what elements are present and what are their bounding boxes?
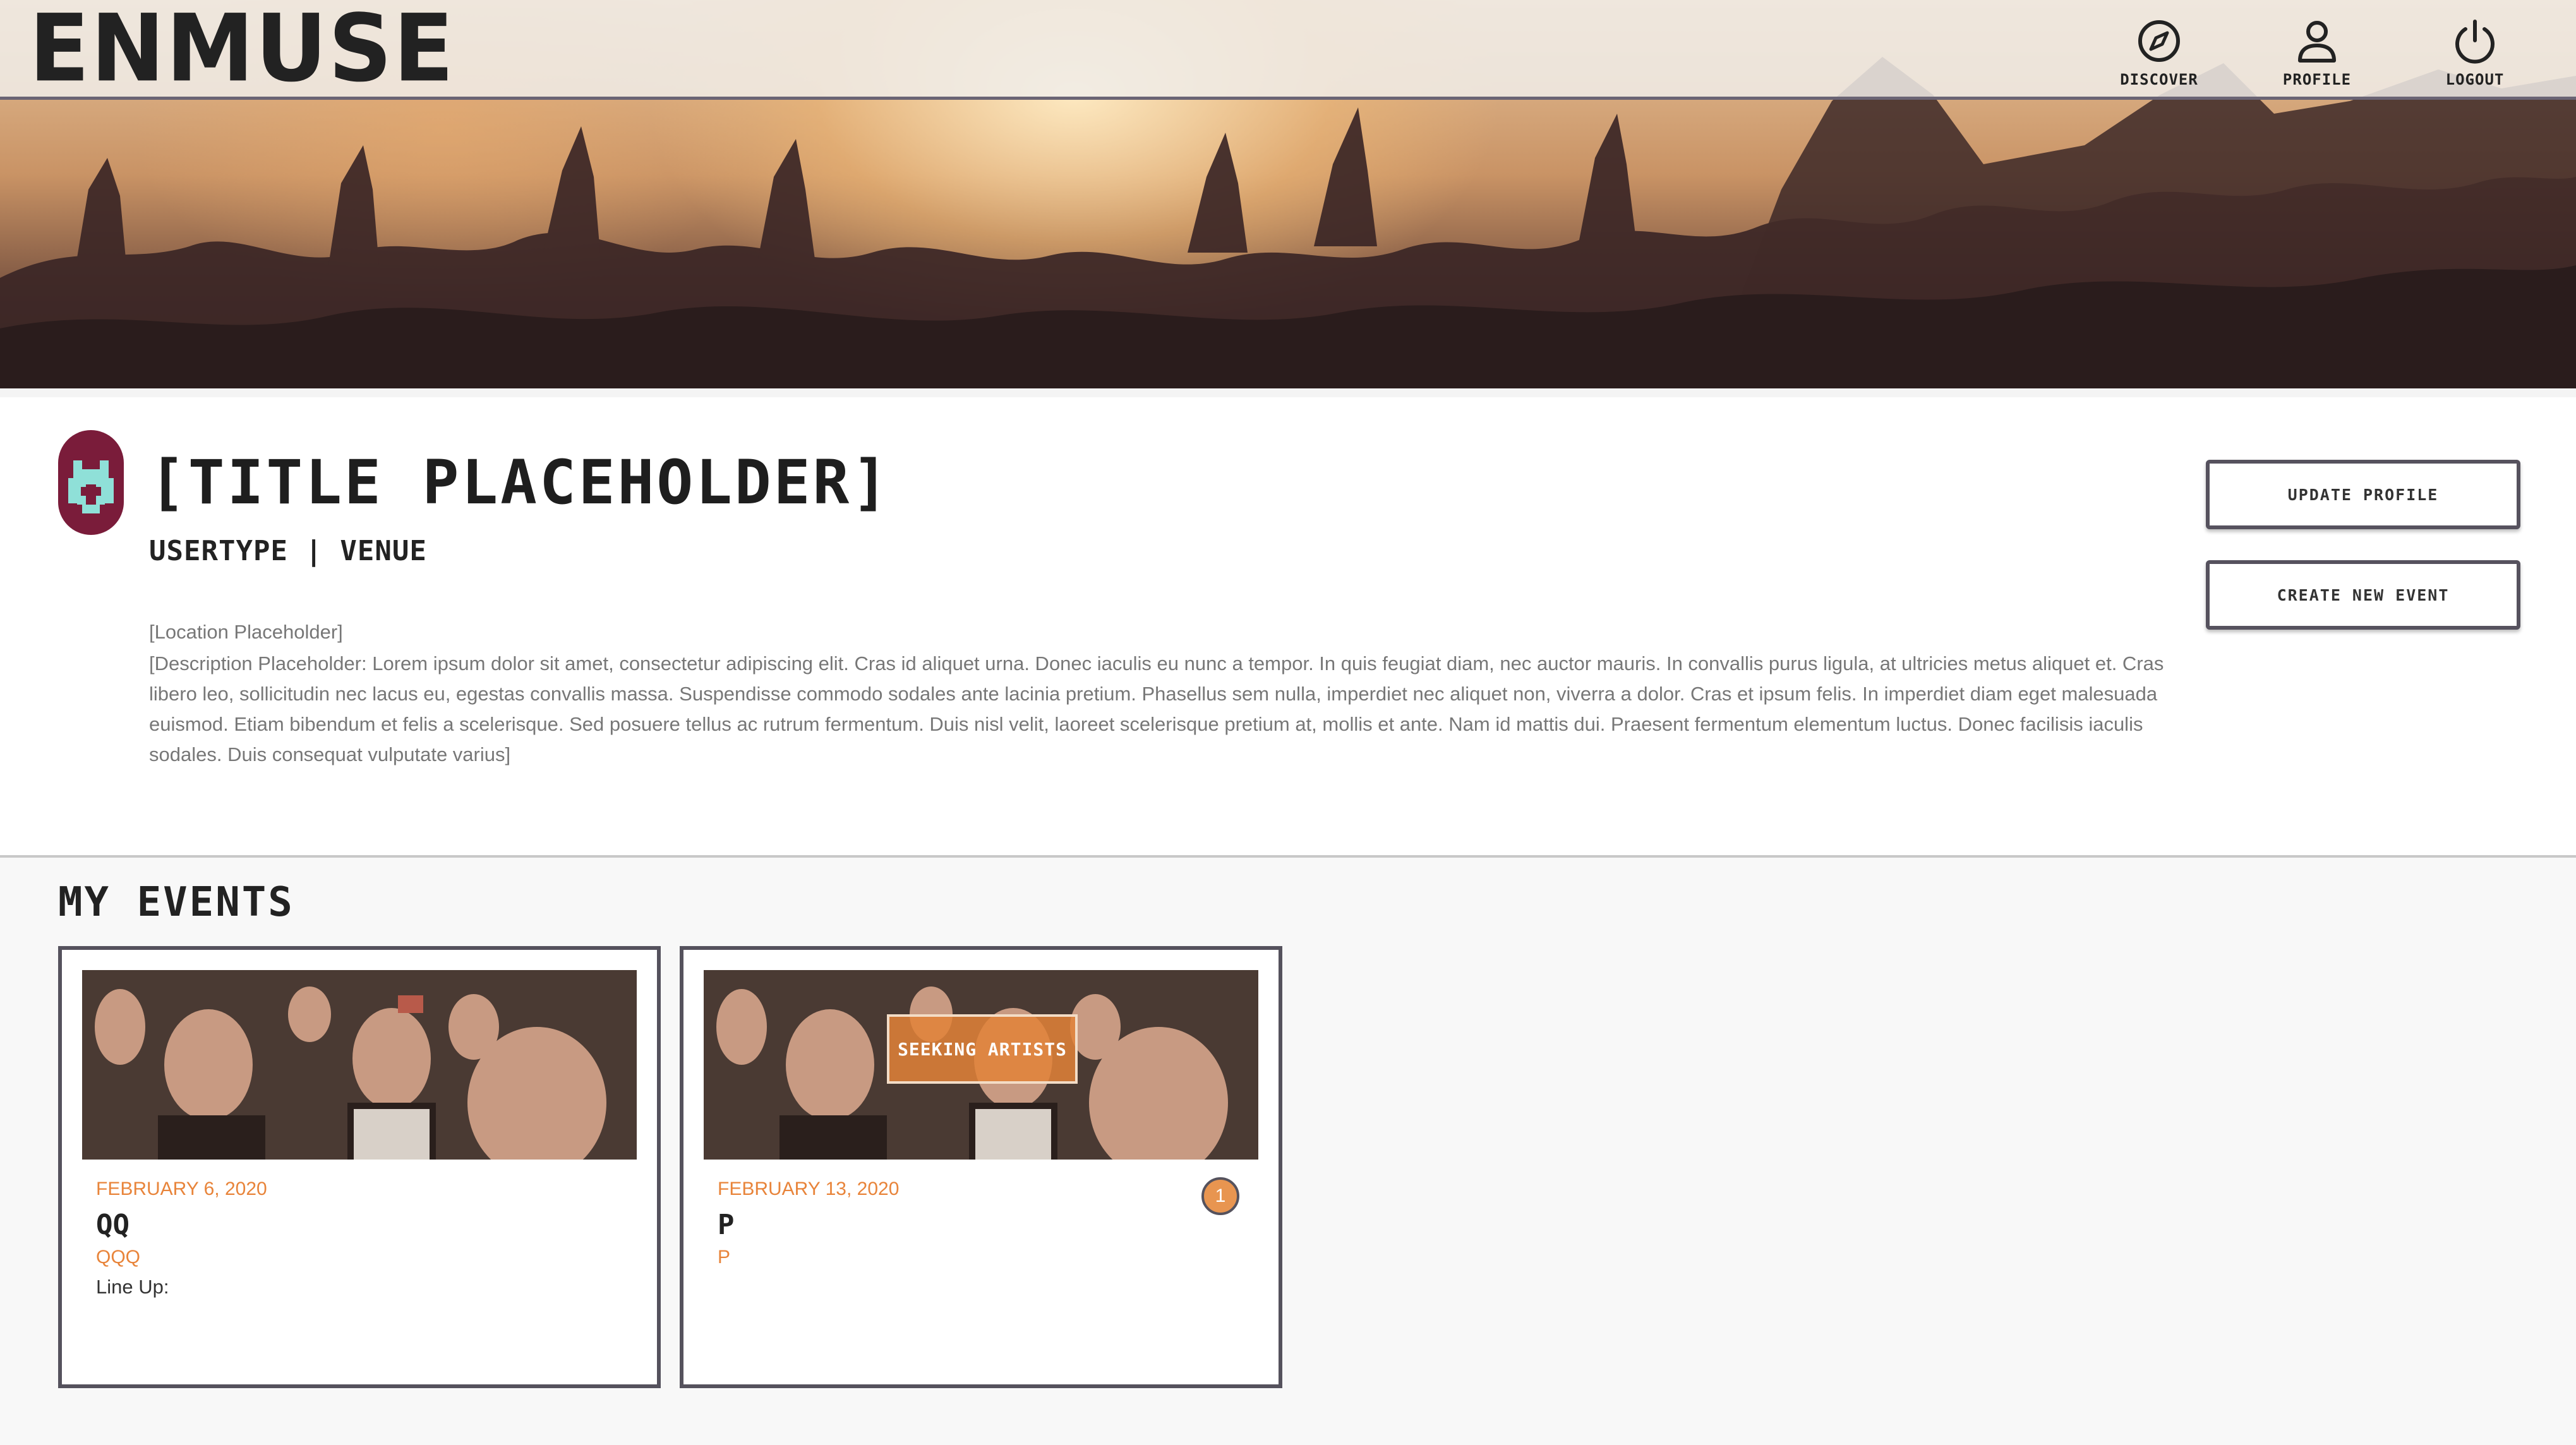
venmuse-logo[interactable]: ENMUSE <box>29 3 454 95</box>
user-icon <box>2298 21 2336 63</box>
event-subtitle: P <box>718 1247 731 1268</box>
nav-discover-label: DISCOVER <box>2120 71 2198 88</box>
event-image <box>82 970 637 1160</box>
brand-name: ENMUSE <box>29 0 455 104</box>
event-subtitle: QQQ <box>96 1247 141 1268</box>
update-profile-button[interactable]: UPDATE PROFILE <box>2206 460 2520 529</box>
power-icon <box>2455 20 2495 64</box>
nav-profile[interactable]: PROFILE <box>2260 18 2374 92</box>
nav-profile-label: PROFILE <box>2282 71 2352 88</box>
event-image: SEEKING ARTISTS <box>704 970 1258 1160</box>
event-card[interactable]: FEBRUARY 6, 2020 QQ QQQ Line Up: <box>58 946 661 1388</box>
section-divider <box>0 855 2576 858</box>
event-date: FEBRUARY 13, 2020 <box>718 1178 900 1199</box>
avatar <box>58 430 124 535</box>
crowd-photo <box>82 970 637 1160</box>
profile-section: [TITLE PLACEHOLDER] USERTYPE | VENUE [Lo… <box>0 388 2576 856</box>
my-events-heading: MY EVENTS <box>58 879 294 926</box>
create-new-event-button[interactable]: CREATE NEW EVENT <box>2206 560 2520 630</box>
nav-logout-label: LOGOUT <box>2445 71 2505 88</box>
event-card[interactable]: SEEKING ARTISTS FEBRUARY 13, 2020 1 P P <box>680 946 1282 1388</box>
nav-logout[interactable]: LOGOUT <box>2418 18 2532 92</box>
event-lineup: Line Up: <box>96 1276 169 1298</box>
compass-icon <box>2138 20 2180 62</box>
page-title: [TITLE PLACEHOLDER] <box>149 447 891 518</box>
event-name: P <box>718 1209 735 1241</box>
applicant-count-badge[interactable]: 1 <box>1201 1177 1239 1215</box>
location-text: [Location Placeholder] <box>149 621 343 643</box>
description-text: [Description Placeholder: Lorem ipsum do… <box>149 652 2164 765</box>
nav-discover[interactable]: DISCOVER <box>2102 18 2216 92</box>
top-nav-bar: ENMUSE DISCOVER PROFILE LOGOUT <box>0 0 2576 100</box>
usertype-label: USERTYPE | VENUE <box>149 535 427 567</box>
event-name: QQ <box>96 1209 129 1241</box>
event-date: FEBRUARY 6, 2020 <box>96 1178 267 1199</box>
seeking-artists-badge: SEEKING ARTISTS <box>887 1014 1078 1084</box>
